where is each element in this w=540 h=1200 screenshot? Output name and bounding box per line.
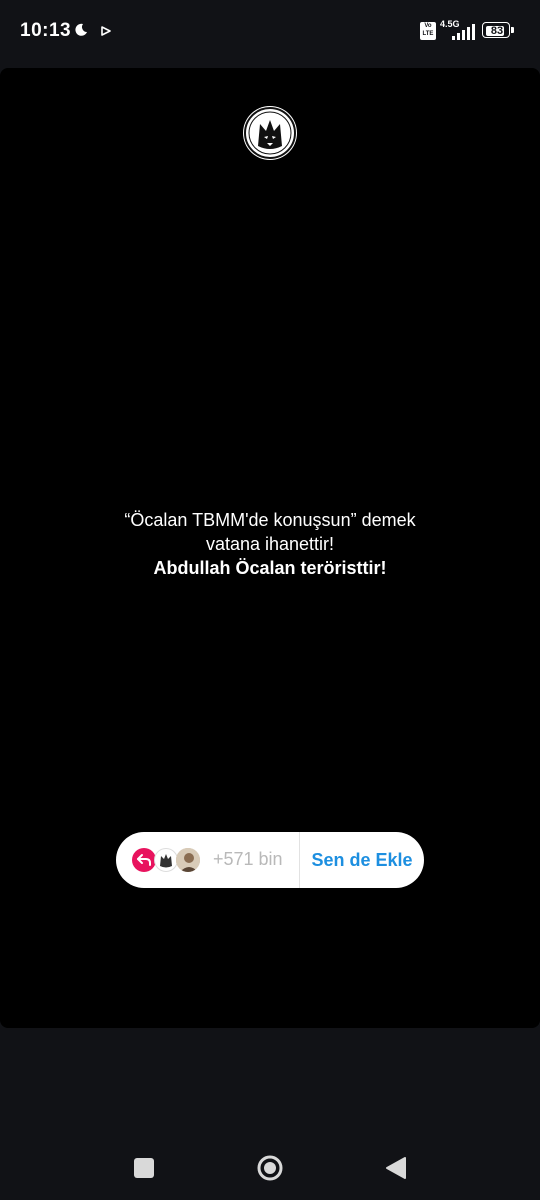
story-text-line-3: Abdullah Öcalan teröristtir! [153, 558, 387, 578]
story-card[interactable]: “Öcalan TBMM'de konuşsun” demek vatana i… [0, 68, 540, 1028]
reaction-avatars[interactable] [132, 848, 222, 874]
play-icon [101, 26, 111, 36]
reply-arrow-icon [137, 854, 151, 866]
battery-percentage: 83 [490, 25, 504, 37]
moon-icon [75, 23, 87, 36]
reaction-pill: +571 bin Sen de Ekle [116, 832, 424, 888]
story-text-line-2: vatana ihanettir! [205, 534, 335, 554]
story-text-line-1: “Öcalan TBMM'de konuşsun” demek [124, 510, 416, 530]
reaction-count: +571 bin [213, 849, 283, 869]
status-time: 10:13 [20, 20, 72, 41]
story-text: “Öcalan TBMM'de konuşsun” demek vatana i… [60, 508, 480, 580]
wolf-logo-icon [160, 854, 172, 868]
story-author-avatar[interactable] [243, 106, 297, 160]
circle-icon[interactable] [257, 1155, 283, 1181]
wolf-logo-icon [244, 107, 296, 159]
add-story-button[interactable]: Sen de Ekle [300, 832, 424, 888]
reaction-user-avatar [176, 848, 200, 872]
person-photo-icon [176, 848, 200, 872]
battery-icon: 83 [482, 22, 514, 40]
triangle-back-icon[interactable] [385, 1156, 407, 1180]
square-icon[interactable] [134, 1158, 154, 1178]
reaction-badge [132, 848, 156, 872]
volte-icon: Vo LTE [420, 22, 436, 40]
reaction-user-avatar [154, 848, 178, 872]
status-bar: 10:13 Vo LTE 4.5G 83 [0, 0, 540, 60]
signal-icon [452, 24, 475, 40]
navigation-bar [0, 1130, 540, 1200]
